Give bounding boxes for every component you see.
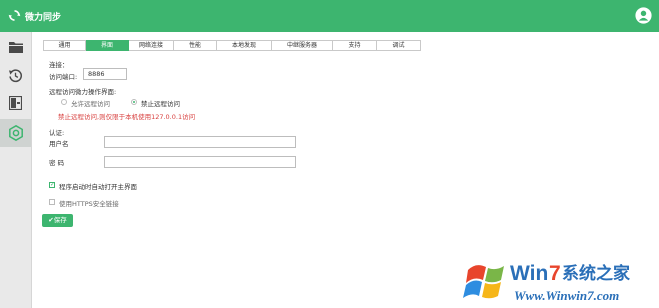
folder-icon	[8, 42, 23, 53]
app-header: 微力同步	[0, 0, 659, 32]
remote-access-label: 远程访问微力操作界面:	[49, 88, 117, 96]
tab-network[interactable]: 网络连接	[129, 40, 174, 51]
sidebar	[0, 32, 32, 308]
tab-support[interactable]: 支持	[333, 40, 377, 51]
sidebar-item-history[interactable]	[0, 61, 31, 89]
settings-tabs: 通用 界面 网络连接 性能 本地发现 中继服务器 支持 调试	[43, 40, 421, 51]
sidebar-item-folders[interactable]	[0, 33, 31, 61]
remote-warning-text: 禁止远程访问,则仅限于本机使用127.0.0.1访问	[58, 113, 196, 121]
auth-section-label: 认证:	[49, 129, 65, 137]
settings-icon	[8, 125, 23, 141]
tab-performance[interactable]: 性能	[174, 40, 217, 51]
svg-text:7: 7	[549, 262, 561, 285]
password-label: 密 码	[49, 159, 65, 167]
svg-text:系统之家: 系统之家	[562, 263, 630, 284]
device-icon	[9, 96, 22, 110]
username-label: 用户名	[49, 140, 69, 148]
https-checkbox[interactable]	[49, 199, 55, 205]
tab-local-discovery[interactable]: 本地发现	[217, 40, 272, 51]
tab-general[interactable]: 通用	[43, 40, 86, 51]
connection-section-label: 连接：	[49, 61, 69, 69]
port-label: 访问端口:	[49, 73, 78, 81]
win7-watermark-logo: Win 7 系统之家 Www.Winwin7.com	[463, 262, 630, 303]
tab-relay-server[interactable]: 中继服务器	[272, 40, 333, 51]
user-avatar-icon[interactable]	[635, 7, 652, 24]
history-icon	[8, 68, 23, 82]
sync-logo-icon	[8, 10, 21, 21]
tab-interface[interactable]: 界面	[86, 40, 129, 51]
svg-text:Www.Winwin7.com: Www.Winwin7.com	[514, 288, 619, 303]
autostart-checkbox[interactable]	[49, 181, 55, 188]
app-title: 微力同步	[25, 13, 62, 23]
password-input[interactable]	[104, 156, 296, 168]
port-input[interactable]: 8886	[83, 68, 127, 80]
save-label: 保存	[53, 216, 67, 224]
allow-remote-radio[interactable]	[61, 99, 67, 105]
svg-text:Win: Win	[510, 262, 548, 285]
allow-remote-label: 允许远程访问	[71, 100, 110, 108]
deny-remote-radio[interactable]	[131, 99, 137, 105]
save-button[interactable]: ✔保存	[42, 214, 73, 227]
https-label: 使用HTTPS安全链接	[59, 200, 119, 208]
autostart-label: 程序启动时自动打开主界面	[59, 183, 137, 191]
deny-remote-label: 禁止远程访问	[141, 100, 180, 108]
username-input[interactable]	[104, 136, 296, 148]
sidebar-item-devices[interactable]	[0, 89, 31, 117]
sidebar-item-settings[interactable]	[0, 119, 31, 147]
tab-debug[interactable]: 调试	[377, 40, 421, 51]
